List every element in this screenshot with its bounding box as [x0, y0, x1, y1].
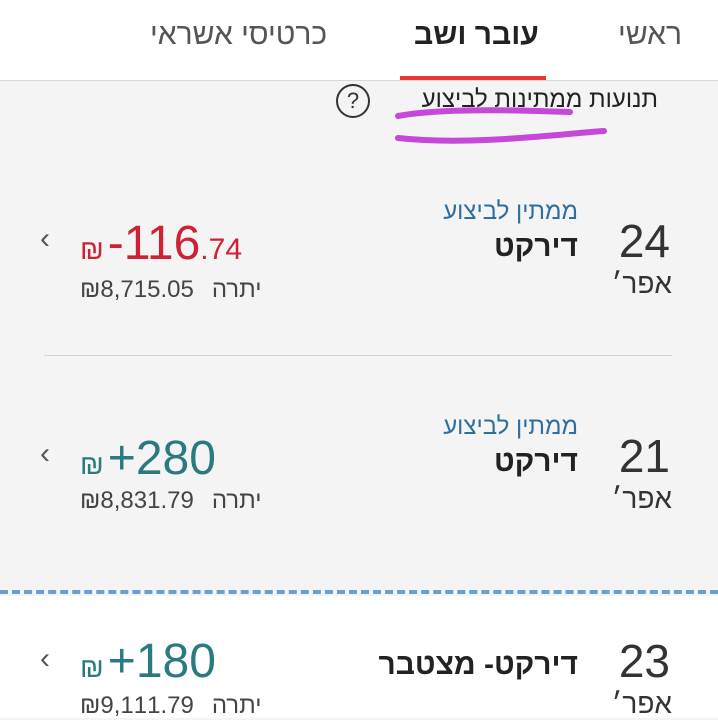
- balance-value: ₪8,831.79: [80, 487, 194, 514]
- tab-checking[interactable]: עובר ושב: [414, 18, 539, 52]
- transaction-month: אפר׳: [611, 268, 672, 299]
- transaction-day: 23: [618, 635, 670, 687]
- balance-value: ₪8,715.05: [80, 276, 194, 303]
- transaction-amount: ₪+280: [80, 431, 216, 486]
- pending-transactions-title: תנועות ממתינות לביצוע: [421, 86, 658, 113]
- amount-integer: 180: [135, 635, 216, 688]
- transaction-amount: ₪+180: [80, 634, 216, 689]
- pending-status: ממתין לביצוע: [443, 198, 578, 225]
- balance-label: יתרה: [211, 276, 262, 303]
- row-divider: [44, 355, 672, 356]
- amount-decimal: .74: [200, 233, 243, 266]
- tab-bar: ראשי עובר ושב כרטיסי אשראי: [0, 0, 718, 81]
- transaction-payee: דירקט- מצטבר: [378, 648, 578, 681]
- annotation-stroke-lower: [395, 128, 607, 144]
- transaction-month: אפר׳: [611, 688, 672, 719]
- balance: ₪9,111.79 יתרה: [80, 692, 261, 720]
- pending-settled-separator: [0, 590, 718, 594]
- balance-label: יתרה: [211, 692, 262, 719]
- chevron-left-icon[interactable]: ‹: [40, 437, 50, 471]
- transaction-day: 21: [618, 430, 670, 482]
- tab-main[interactable]: ראשי: [618, 18, 682, 52]
- balance-value: ₪9,111.79: [80, 692, 194, 719]
- chevron-left-icon[interactable]: ‹: [40, 642, 50, 676]
- currency-symbol: ₪: [80, 234, 104, 265]
- balance: ₪8,715.05 יתרה: [80, 276, 261, 304]
- amount-sign: +: [107, 635, 136, 688]
- transaction-payee: דירקט: [493, 445, 578, 478]
- tab-credit-cards[interactable]: כרטיסי אשראי: [150, 18, 327, 52]
- balance-label: יתרה: [211, 487, 262, 514]
- amount-sign: -: [107, 217, 124, 270]
- currency-symbol: ₪: [80, 652, 104, 683]
- pending-status: ממתין לביצוע: [443, 413, 578, 440]
- transaction-day: 24: [618, 215, 670, 267]
- help-icon[interactable]: ?: [336, 84, 370, 118]
- currency-symbol: ₪: [80, 449, 104, 480]
- amount-sign: +: [107, 432, 136, 485]
- transaction-payee: דירקט: [493, 230, 578, 263]
- amount-integer: 116: [123, 217, 201, 270]
- active-tab-indicator: [400, 76, 546, 80]
- amount-integer: 280: [135, 432, 216, 485]
- transaction-month: אפר׳: [611, 483, 672, 514]
- chevron-left-icon[interactable]: ‹: [40, 222, 50, 256]
- balance: ₪8,831.79 יתרה: [80, 487, 261, 515]
- transaction-amount: ₪-116.74: [80, 216, 242, 271]
